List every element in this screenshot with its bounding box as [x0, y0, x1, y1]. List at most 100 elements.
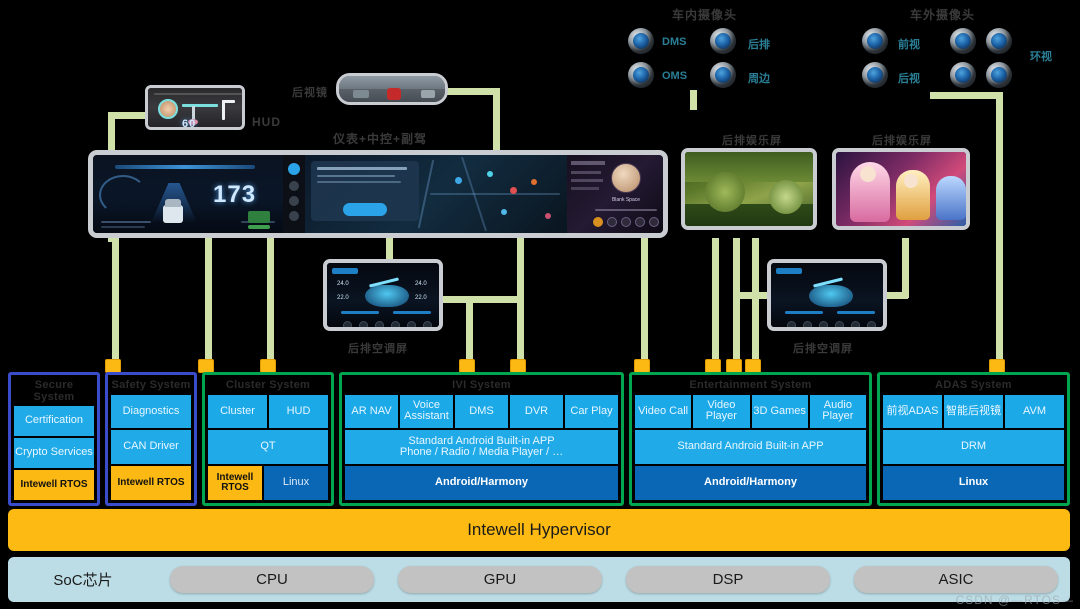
connector-ivi-2[interactable] — [510, 359, 526, 373]
camera-icon-avm-2[interactable] — [986, 28, 1012, 54]
mirror-screen-art — [339, 76, 445, 102]
adas-system[interactable]: ADAS System 前视ADAS 智能后视镜 AVM DRM Linux — [877, 372, 1070, 506]
wire-ac-left-horiz — [440, 296, 520, 303]
connector-ent-2[interactable] — [705, 359, 721, 373]
ac-temp-right: 24.0 — [415, 281, 427, 287]
secure-system[interactable]: Secure System Certification Crypto Servi… — [8, 372, 100, 506]
cluster-app-cluster[interactable]: Cluster — [208, 394, 267, 429]
entertainment-system[interactable]: Entertainment System Video Call Video Pl… — [629, 372, 872, 506]
camera-icon-dms[interactable] — [628, 28, 654, 54]
cluster-linux[interactable]: Linux — [264, 466, 328, 500]
secure-certification[interactable]: Certification — [14, 406, 94, 437]
ivi-ar-nav[interactable]: AR NAV — [345, 394, 398, 429]
safety-intewell-rtos[interactable]: Intewell RTOS — [111, 466, 191, 500]
connector-ent-3[interactable] — [726, 359, 742, 373]
navigation-panel[interactable] — [305, 155, 567, 233]
rear-entertainment-right[interactable] — [832, 148, 970, 230]
cluster-app-hud[interactable]: HUD — [269, 394, 328, 429]
camera-icon-rear-row[interactable] — [710, 28, 736, 54]
soc-chip-dsp[interactable]: DSP — [626, 566, 830, 593]
hypervisor-bar[interactable]: Intewell Hypervisor — [8, 509, 1070, 551]
ent-video-call[interactable]: Video Call — [635, 394, 692, 429]
ivi-android-harmony[interactable]: Android/Harmony — [345, 466, 618, 500]
ivi-standard-android-app[interactable]: Standard Android Built-in APP Phone / Ra… — [345, 430, 618, 465]
hud-screen-art: 60 — [148, 88, 242, 127]
music-title: Blank Space — [611, 197, 641, 203]
secure-crypto-services[interactable]: Crypto Services — [14, 438, 94, 469]
adas-smart-mirror[interactable]: 智能后视镜 — [944, 394, 1003, 429]
cluster-speed: 173 — [213, 181, 257, 208]
ent-video-player[interactable]: Video Player — [693, 394, 750, 429]
main-cockpit-display-label: 仪表+中控+副驾 — [333, 132, 428, 146]
rear-ac-left[interactable]: 24.0 22.0 24.0 22.0 — [323, 259, 443, 331]
wire-ent-3 — [752, 238, 759, 366]
rear-entertainment-left[interactable] — [681, 148, 817, 230]
connector-ent-4[interactable] — [745, 359, 761, 373]
wire-ac-left-v1 — [466, 296, 473, 366]
soc-bar: SoC芯片 CPU GPU DSP ASIC — [8, 557, 1070, 602]
connector-cluster-2[interactable] — [260, 359, 276, 373]
wire-mirror-vert — [493, 88, 500, 150]
cluster-system[interactable]: Cluster System Cluster HUD QT Intewell R… — [202, 372, 334, 506]
adas-front-view[interactable]: 前视ADAS — [883, 394, 942, 429]
secure-system-title: Secure System — [33, 379, 75, 403]
cluster-panel: 173 — [93, 155, 283, 233]
adas-drm[interactable]: DRM — [883, 430, 1064, 465]
music-panel[interactable]: Blank Space — [567, 155, 663, 233]
camera-label-oms: OMS — [662, 70, 688, 82]
camera-icon-avm-1[interactable] — [950, 28, 976, 54]
connector-ivi-1[interactable] — [459, 359, 475, 373]
safety-can-driver[interactable]: CAN Driver — [111, 430, 191, 465]
cluster-system-title: Cluster System — [225, 379, 311, 391]
connector-cluster-1[interactable] — [198, 359, 214, 373]
camera-icon-front-view[interactable] — [862, 28, 888, 54]
soc-chip-cpu[interactable]: CPU — [170, 566, 374, 593]
camera-icon-avm-4[interactable] — [986, 62, 1012, 88]
ac-temp-left: 24.0 — [337, 281, 349, 287]
rear-view-mirror[interactable] — [336, 73, 448, 105]
adas-linux[interactable]: Linux — [883, 466, 1064, 500]
center-icon-rail[interactable] — [283, 155, 305, 233]
cluster-intewell-rtos[interactable]: Intewell RTOS — [208, 466, 262, 500]
camera-icon-surround[interactable] — [710, 62, 736, 88]
camera-icon-oms[interactable] — [628, 62, 654, 88]
hud-display[interactable]: 60 — [145, 85, 245, 130]
rear-ac-art-left: 24.0 22.0 24.0 22.0 — [327, 263, 439, 327]
cluster-qt[interactable]: QT — [208, 430, 328, 465]
ac-temp-right2: 22.0 — [415, 295, 427, 301]
ivi-voice-assistant[interactable]: Voice Assistant — [400, 394, 453, 429]
ivi-dvr[interactable]: DVR — [510, 394, 563, 429]
wire-ent-1 — [712, 238, 719, 366]
connector-secure[interactable] — [105, 359, 121, 373]
entertainment-system-title: Entertainment System — [689, 379, 812, 391]
wire-ent-right-v — [902, 238, 909, 298]
connector-adas[interactable] — [989, 359, 1005, 373]
safety-diagnostics[interactable]: Diagnostics — [111, 394, 191, 429]
ent-android-harmony[interactable]: Android/Harmony — [635, 466, 866, 500]
safety-system[interactable]: Safety System Diagnostics CAN Driver Int… — [105, 372, 197, 506]
wire-main-6 — [641, 238, 648, 366]
ent-standard-android-app[interactable]: Standard Android Built-in APP — [635, 430, 866, 465]
ivi-car-play[interactable]: Car Play — [565, 394, 618, 429]
adas-avm[interactable]: AVM — [1005, 394, 1064, 429]
interior-cameras-label: 车内摄像头 — [672, 8, 738, 22]
rear-ac-right[interactable] — [767, 259, 887, 331]
ivi-system[interactable]: IVI System AR NAV Voice Assistant DMS DV… — [339, 372, 624, 506]
camera-label-rear-view: 后视 — [898, 73, 920, 85]
main-cockpit-display[interactable]: 173 Blank Space — [88, 150, 668, 238]
ent-audio-player[interactable]: Audio Player — [809, 394, 866, 429]
soc-chip-gpu[interactable]: GPU — [398, 566, 602, 593]
wire-main-4 — [386, 238, 393, 260]
secure-intewell-rtos[interactable]: Intewell RTOS — [14, 470, 94, 500]
wire-hud-horiz — [108, 112, 146, 119]
rear-game-art-right — [836, 152, 966, 226]
rear-entertainment-left-label: 后排娱乐屏 — [722, 135, 782, 147]
camera-label-dms: DMS — [662, 36, 687, 48]
soc-chip-asic[interactable]: ASIC — [854, 566, 1058, 593]
camera-icon-rear-view[interactable] — [862, 62, 888, 88]
connector-ent-1[interactable] — [634, 359, 650, 373]
ivi-dms[interactable]: DMS — [455, 394, 508, 429]
ent-3d-games[interactable]: 3D Games — [751, 394, 808, 429]
rear-ac-left-label: 后排空调屏 — [348, 343, 408, 355]
camera-icon-avm-3[interactable] — [950, 62, 976, 88]
